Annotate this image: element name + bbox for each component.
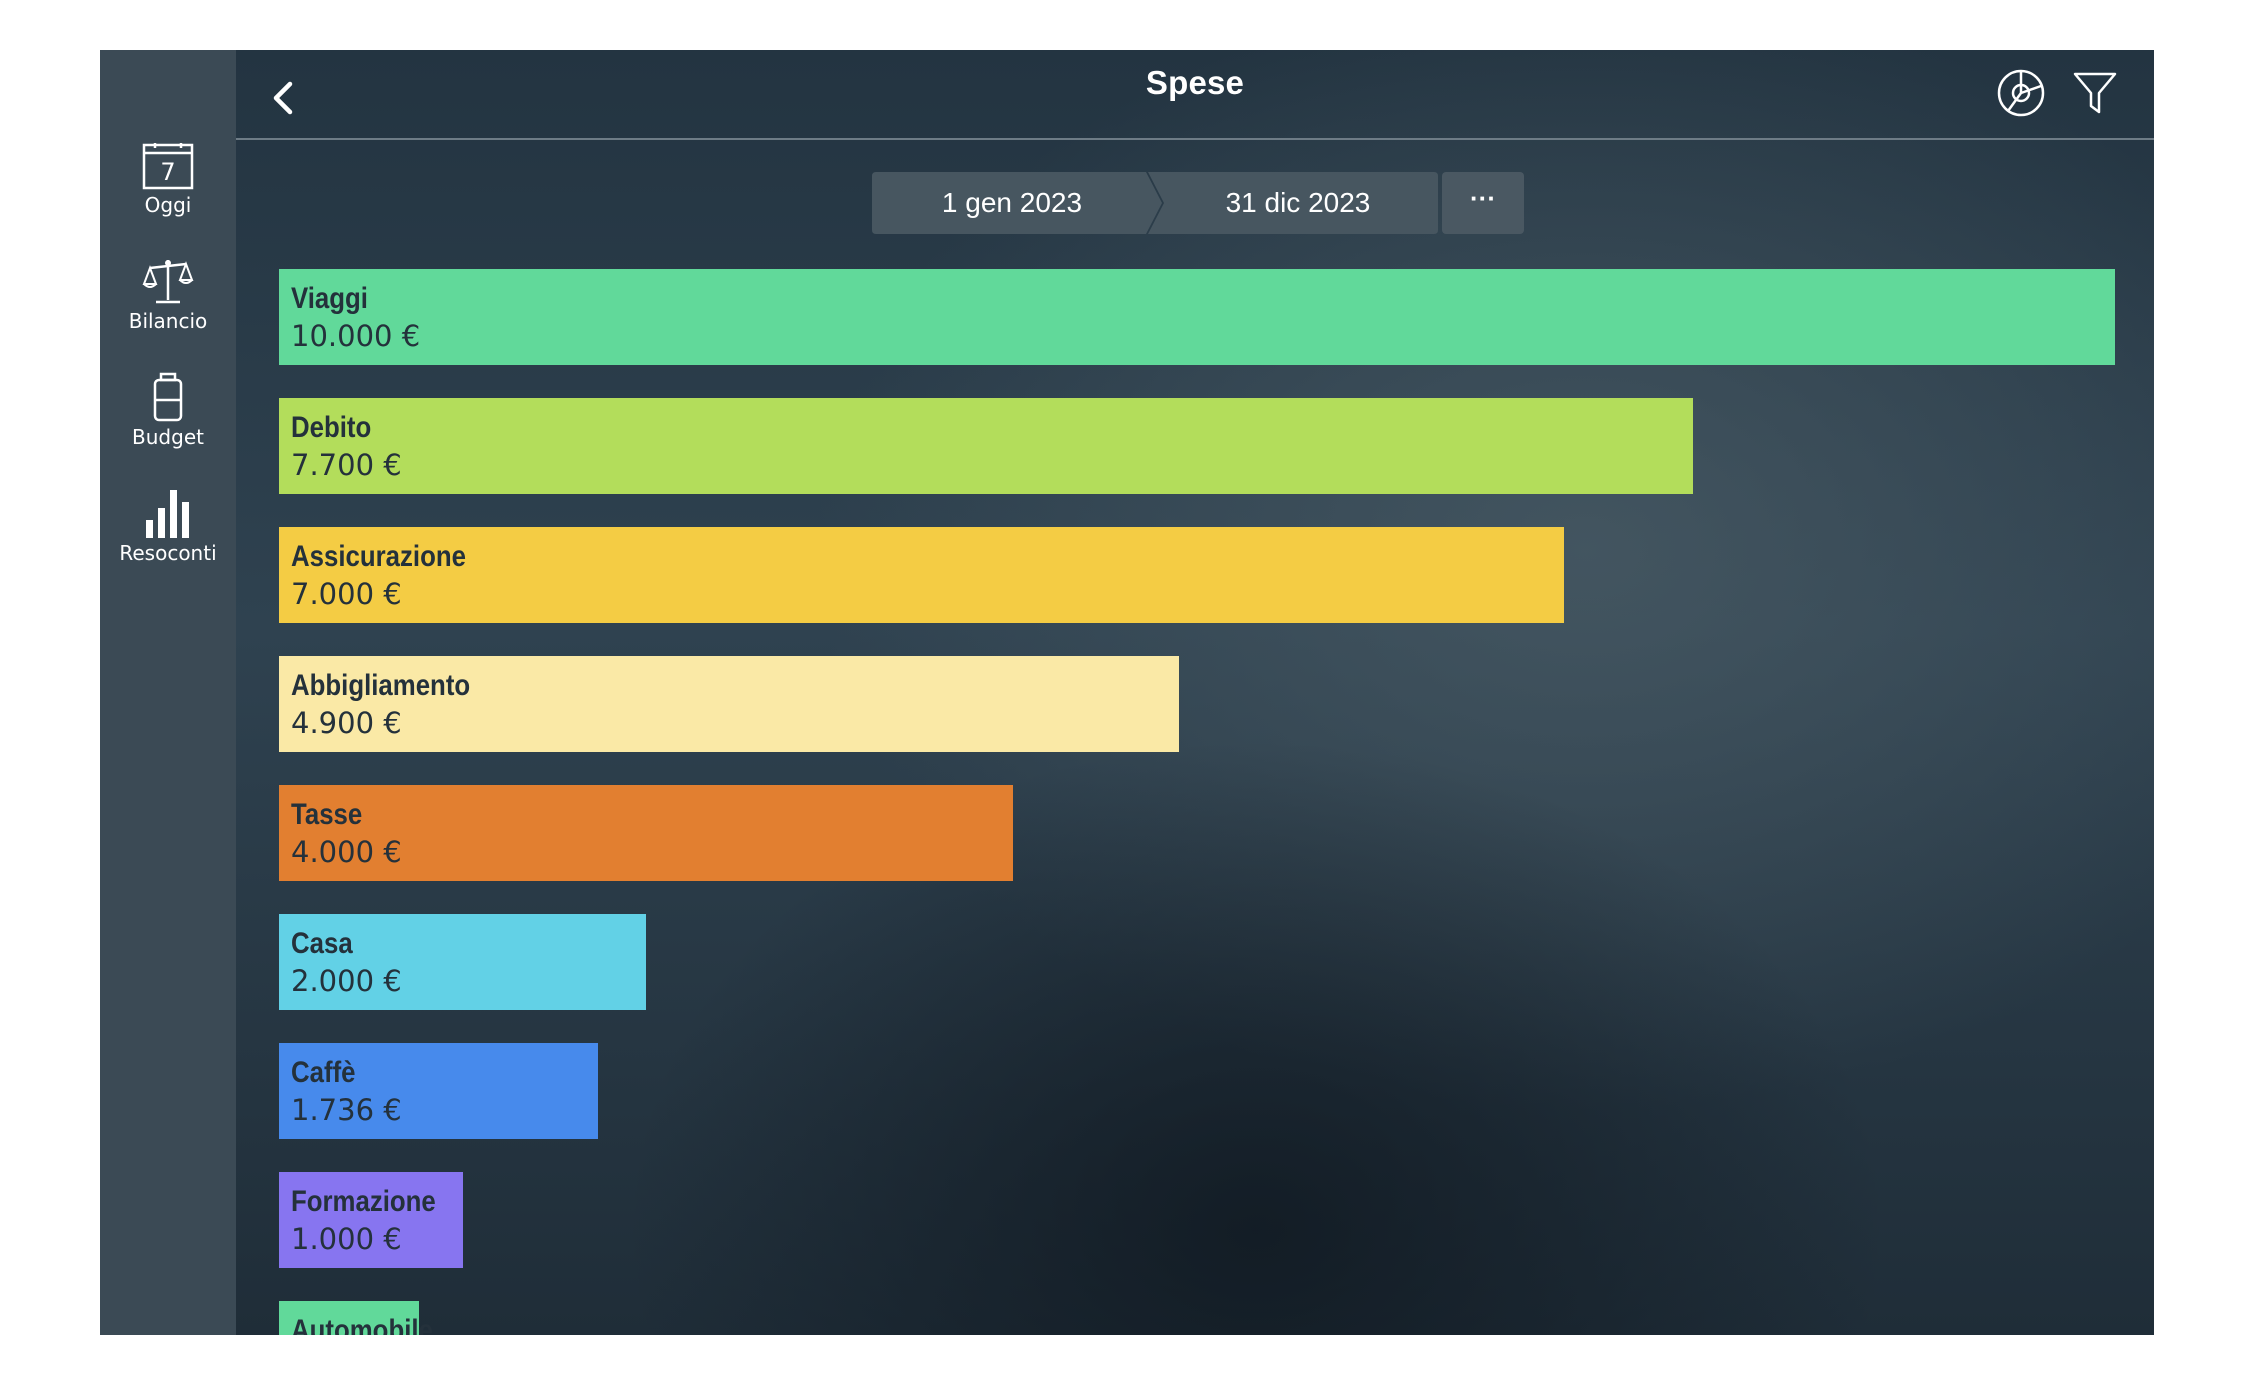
more-button[interactable]: ··· xyxy=(1442,172,1524,234)
bar-caff-[interactable]: Caffè 1.736 € xyxy=(279,1043,598,1139)
bar-chart-icon xyxy=(146,490,189,538)
sidebar-item-label: Bilancio xyxy=(128,309,208,333)
calendar-icon: 7 xyxy=(142,143,194,190)
bar-value: 1.000 € xyxy=(291,1222,402,1256)
sidebar-item-bilancio[interactable]: Bilancio xyxy=(100,256,236,366)
bar-chart: Viaggi 10.000 € Debito 7.700 € Assicurazione… xyxy=(279,269,2119,1335)
bar-viaggi[interactable]: Viaggi 10.000 € xyxy=(279,269,2115,365)
header: Spese xyxy=(236,50,2154,140)
scales-icon xyxy=(142,260,194,304)
sidebar-item-oggi[interactable]: 7 Oggi xyxy=(100,142,236,252)
bar-value: 4.000 € xyxy=(291,835,402,869)
filter-button[interactable] xyxy=(2072,70,2118,116)
sidebar-item-resoconti[interactable]: Resoconti xyxy=(100,490,236,600)
page-title: Spese xyxy=(1145,64,1245,101)
app-window: 7 Oggi Bilancio Budget Resoconti Spese 1… xyxy=(100,50,2154,1335)
end-date-button[interactable]: 31 dic 2023 xyxy=(1148,172,1438,234)
bar-abbigliamento[interactable]: Abbigliamento 4.900 € xyxy=(279,656,1179,752)
bar-label: Caffè xyxy=(291,1056,356,1089)
bar-label: Casa xyxy=(291,927,353,960)
bar-assicurazione[interactable]: Assicurazione 7.000 € xyxy=(279,527,1564,623)
bar-label: Assicurazione xyxy=(291,540,466,573)
bar-automobile[interactable]: Automobile xyxy=(279,1301,433,1335)
bar-casa[interactable]: Casa 2.000 € xyxy=(279,914,646,1010)
funnel-icon xyxy=(2073,72,2117,114)
bar-label: Tasse xyxy=(291,798,363,831)
bar-label: Automobile xyxy=(291,1314,433,1335)
bar-label: Viaggi xyxy=(291,282,368,315)
bar-debito[interactable]: Debito 7.700 € xyxy=(279,398,1693,494)
sidebar-item-budget[interactable]: Budget xyxy=(100,372,236,482)
bar-value: 10.000 € xyxy=(291,319,421,353)
date-range-selector: 1 gen 2023 31 dic 2023 ··· xyxy=(872,172,1524,234)
bar-value: 1.736 € xyxy=(291,1093,402,1127)
bar-label: Abbigliamento xyxy=(291,669,471,702)
bar-value: 7.700 € xyxy=(291,448,402,482)
sidebar-item-label: Resoconti xyxy=(119,541,217,565)
bar-value: 7.000 € xyxy=(291,577,402,611)
end-date-label: 31 dic 2023 xyxy=(1225,187,1371,218)
bar-label: Debito xyxy=(291,411,372,444)
chart-type-button[interactable] xyxy=(1996,68,2046,118)
start-date-label: 1 gen 2023 xyxy=(941,187,1083,218)
pie-chart-icon xyxy=(1997,69,2045,117)
sidebar: 7 Oggi Bilancio Budget Resoconti xyxy=(100,50,236,1335)
sidebar-item-label: Budget xyxy=(132,425,204,449)
start-date-button[interactable]: 1 gen 2023 xyxy=(872,172,1162,234)
bar-formazione[interactable]: Formazione 1.000 € xyxy=(279,1172,463,1268)
jar-icon xyxy=(153,372,183,422)
bar-value: 2.000 € xyxy=(291,964,402,998)
bar-tasse[interactable]: Tasse 4.000 € xyxy=(279,785,1013,881)
bar-value: 4.900 € xyxy=(291,706,402,740)
main-content: Spese 1 gen 2023 31 dic 2023 ··· Viaggi … xyxy=(236,50,2154,1335)
sidebar-item-label: Oggi xyxy=(144,193,192,217)
bar-label: Formazione xyxy=(291,1185,436,1218)
calendar-day: 7 xyxy=(160,158,175,186)
